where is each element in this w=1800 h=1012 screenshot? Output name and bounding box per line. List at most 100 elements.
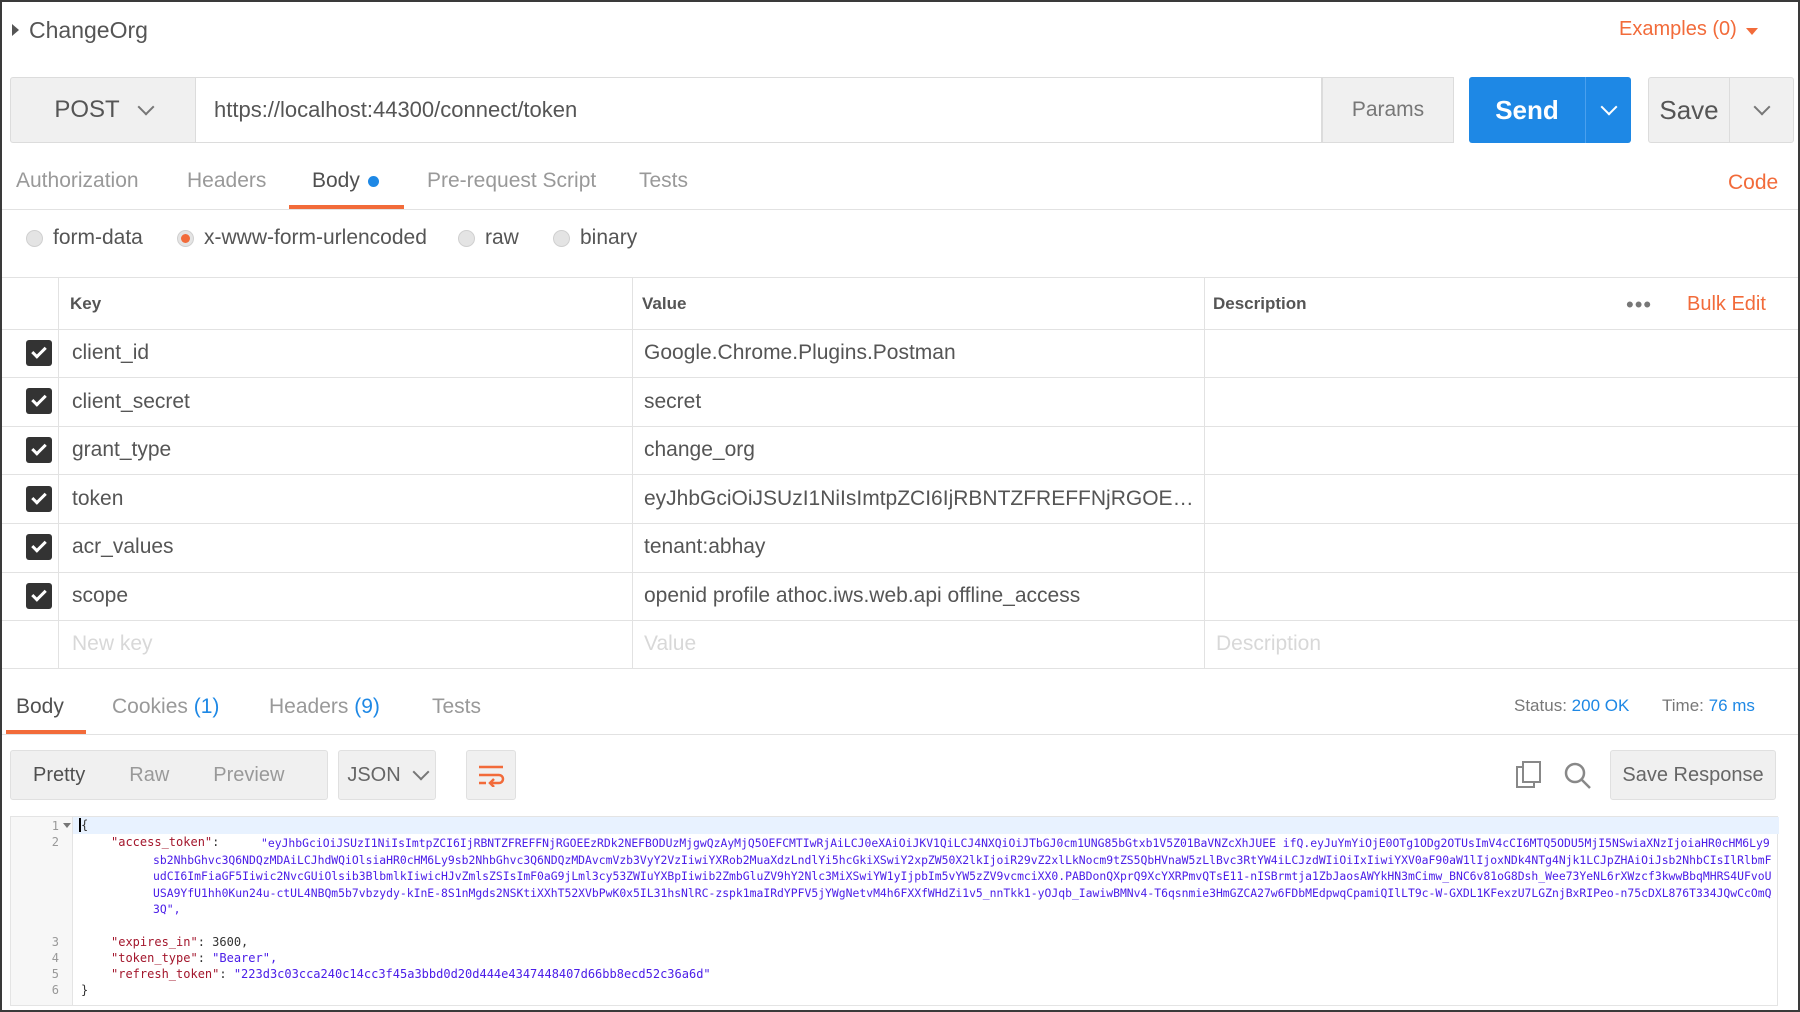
collapse-arrow-icon[interactable] [12, 24, 19, 36]
code-link[interactable]: Code [1728, 171, 1778, 195]
json-value: 3600, [212, 935, 249, 949]
row-checkbox[interactable] [26, 583, 52, 609]
postman-window: ChangeOrg Examples (0) POST https://loca… [0, 0, 1800, 1012]
bulk-edit-button[interactable]: Bulk Edit [1687, 293, 1766, 316]
radio-raw[interactable]: raw [458, 226, 519, 250]
send-button[interactable]: Send [1469, 77, 1585, 143]
method-select[interactable]: POST [10, 77, 196, 143]
check-icon [31, 391, 47, 407]
tab-tests[interactable]: Tests [639, 169, 688, 193]
radio-label: x-www-form-urlencoded [204, 226, 427, 249]
json-key: "token_type" [111, 951, 198, 965]
line-number: 4 [51, 951, 59, 965]
check-icon [31, 343, 47, 359]
url-input[interactable]: https://localhost:44300/connect/token [196, 77, 1322, 143]
params-button[interactable]: Params [1322, 77, 1454, 143]
column-divider [632, 278, 633, 668]
divider [2, 277, 1798, 278]
row-value[interactable]: tenant:abhay [644, 535, 1194, 559]
time-label: Time: [1662, 696, 1704, 715]
row-checkbox[interactable] [26, 486, 52, 512]
json-value: "223d3c03cca240c14cc3f45a3bbd0d20d444e43… [233, 967, 711, 981]
json-line-expires-in: "expires_in": 3600, [111, 935, 249, 949]
chevron-down-icon [412, 763, 430, 781]
tab-pre-request-script[interactable]: Pre-request Script [427, 169, 596, 193]
copy-icon[interactable] [1514, 760, 1544, 795]
tab-body[interactable]: Body [312, 169, 379, 193]
line-number: 5 [51, 967, 59, 981]
send-options-button[interactable] [1585, 77, 1631, 143]
view-raw[interactable]: Raw [107, 764, 191, 787]
row-checkbox[interactable] [26, 534, 52, 560]
json-key: "expires_in" [111, 935, 198, 949]
format-select[interactable]: JSON [338, 750, 436, 800]
time-indicator: Time: 76 ms [1662, 696, 1755, 716]
save-response-button[interactable]: Save Response [1610, 750, 1776, 800]
divider [2, 523, 1798, 524]
check-icon [31, 586, 47, 602]
line-number: 6 [51, 983, 59, 997]
radio-circle [458, 229, 475, 247]
fold-arrow-icon[interactable] [63, 823, 71, 828]
radio-x-www-form-urlencoded[interactable]: x-www-form-urlencoded [177, 226, 427, 250]
divider [2, 474, 1798, 475]
divider [2, 620, 1798, 621]
wrap-lines-button[interactable] [466, 750, 516, 800]
row-value[interactable]: eyJhbGciOiJSUzI1NiIsImtpZCI6IjRBNTZFREFF… [644, 487, 1194, 511]
new-description-input[interactable]: Description [1216, 632, 1766, 656]
radio-form-data[interactable]: form-data [26, 226, 143, 250]
row-key[interactable]: grant_type [72, 438, 622, 462]
row-value[interactable]: Google.Chrome.Plugins.Postman [644, 341, 1194, 365]
row-key[interactable]: client_id [72, 341, 622, 365]
radio-circle [26, 229, 43, 247]
row-checkbox[interactable] [26, 388, 52, 414]
save-options-button[interactable] [1729, 78, 1793, 142]
save-button[interactable]: Save [1649, 78, 1729, 142]
column-divider [1204, 278, 1205, 668]
line-number: 2 [51, 835, 59, 849]
new-value-input[interactable]: Value [644, 632, 1194, 656]
check-icon [31, 489, 47, 505]
row-key[interactable]: client_secret [72, 390, 622, 414]
response-body-viewer[interactable]: 1 2 3 4 5 6 { "access_token": "eyJhbGciO… [10, 816, 1779, 1006]
view-pretty[interactable]: Pretty [11, 764, 107, 787]
examples-caret-icon[interactable] [1746, 28, 1758, 35]
view-preview[interactable]: Preview [191, 764, 306, 787]
more-options-icon[interactable]: ••• [1626, 292, 1652, 318]
status-label: Status: [1514, 696, 1567, 715]
row-value[interactable]: secret [644, 390, 1194, 414]
chevron-down-icon [1600, 98, 1617, 116]
response-tab-tests[interactable]: Tests [432, 695, 481, 719]
new-key-input[interactable]: New key [72, 632, 622, 656]
row-checkbox[interactable] [26, 340, 52, 366]
response-tab-cookies[interactable]: Cookies (1) [112, 695, 219, 719]
row-key[interactable]: scope [72, 584, 622, 608]
divider [2, 734, 1798, 735]
line-number: 1 [51, 819, 59, 833]
method-label: POST [54, 96, 120, 123]
row-value[interactable]: change_org [644, 438, 1194, 462]
column-header-description: Description [1213, 294, 1307, 313]
examples-dropdown[interactable]: Examples (0) [1619, 18, 1737, 41]
radio-label: form-data [53, 226, 143, 249]
tab-headers[interactable]: Headers [187, 169, 266, 193]
request-title[interactable]: ChangeOrg [29, 17, 148, 44]
radio-circle [553, 229, 570, 247]
response-tab-body[interactable]: Body [16, 695, 64, 719]
json-line-token-type: "token_type": "Bearer", [111, 951, 278, 965]
json-line-refresh-token: "refresh_token": "223d3c03cca240c14cc3f4… [111, 967, 711, 981]
row-key[interactable]: acr_values [72, 535, 622, 559]
divider [2, 377, 1798, 378]
response-tab-headers[interactable]: Headers (9) [269, 695, 380, 719]
divider [2, 572, 1798, 573]
radio-binary[interactable]: binary [553, 226, 637, 250]
chevron-down-icon [137, 98, 155, 116]
row-value[interactable]: openid profile athoc.iws.web.api offline… [644, 584, 1194, 608]
search-icon[interactable] [1562, 760, 1592, 795]
json-close-brace: } [81, 983, 89, 997]
status-indicator: Status: 200 OK [1514, 696, 1629, 716]
row-key[interactable]: token [72, 487, 622, 511]
row-checkbox[interactable] [26, 437, 52, 463]
column-divider [58, 278, 59, 668]
tab-authorization[interactable]: Authorization [16, 169, 139, 193]
